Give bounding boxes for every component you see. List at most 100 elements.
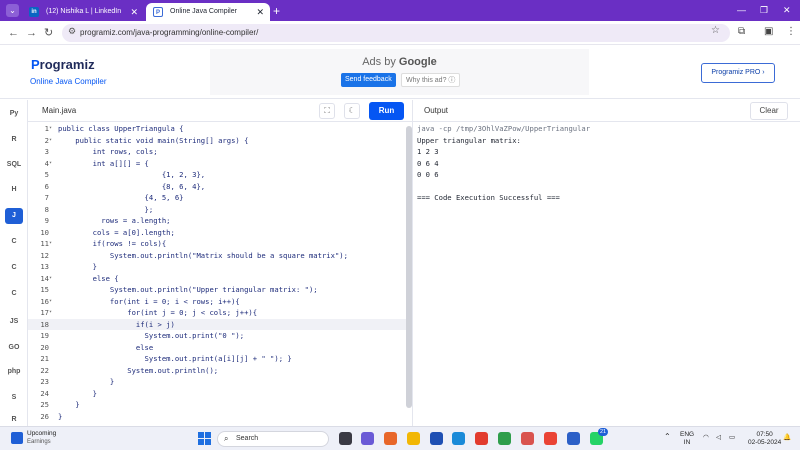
- task-view-icon[interactable]: [339, 432, 352, 445]
- chat-icon[interactable]: [361, 432, 374, 445]
- code-line[interactable]: 2 ▾ public static void main(String[] args…: [28, 135, 406, 147]
- bookmark-star-icon[interactable]: ☆: [711, 25, 720, 36]
- code-text: rows = a.length;: [58, 216, 171, 225]
- code-line[interactable]: 9 rows = a.length;: [28, 215, 406, 227]
- fold-icon[interactable]: ▾: [49, 135, 55, 147]
- site-info-icon[interactable]: ⚙: [68, 26, 76, 37]
- file-tab-main-java[interactable]: Main.java: [42, 106, 76, 115]
- store-icon[interactable]: [430, 432, 443, 445]
- forward-icon[interactable]: →: [26, 26, 37, 40]
- code-text: };: [58, 204, 154, 214]
- code-line[interactable]: 14 ▾ else {: [28, 273, 406, 285]
- extensions-icon[interactable]: ⧉: [738, 25, 745, 39]
- tab-linkedin[interactable]: in (12) Nishika L | LinkedIn ✕: [22, 3, 144, 21]
- file-explorer-icon[interactable]: [407, 432, 420, 445]
- fold-icon[interactable]: ▾: [49, 307, 55, 319]
- office-icon[interactable]: [475, 432, 488, 445]
- volume-icon[interactable]: ◁: [716, 434, 721, 442]
- language-indicator[interactable]: ENG IN: [680, 431, 694, 447]
- chrome-icon[interactable]: [544, 432, 557, 445]
- new-tab-button[interactable]: +: [273, 3, 280, 19]
- reload-icon[interactable]: ↻: [44, 26, 53, 40]
- programiz-pro-button[interactable]: Programiz PRO ›: [701, 63, 775, 83]
- widget-title[interactable]: Upcoming: [27, 430, 56, 437]
- close-icon[interactable]: ✕: [130, 3, 138, 21]
- firefox-icon[interactable]: [384, 432, 397, 445]
- code-line[interactable]: 20 else: [28, 342, 406, 354]
- code-line[interactable]: 26}: [28, 411, 406, 423]
- code-line[interactable]: 21 System.out.print(a[i][j] + " "); }: [28, 353, 406, 365]
- menu-dots-icon[interactable]: ⋮: [786, 25, 796, 39]
- fold-icon[interactable]: ▾: [49, 158, 55, 170]
- clear-button[interactable]: Clear: [750, 102, 788, 120]
- dark-mode-icon[interactable]: ☾: [344, 103, 360, 119]
- code-line[interactable]: 6 {8, 6, 4},: [28, 181, 406, 193]
- code-line[interactable]: 12 System.out.println("Matrix should be …: [28, 250, 406, 262]
- edge-icon[interactable]: [452, 432, 465, 445]
- code-line[interactable]: 17 ▾ for(int j = 0; j < cols; j++){: [28, 307, 406, 319]
- code-line[interactable]: 16 ▾ for(int i = 0; i < rows; i++){: [28, 296, 406, 308]
- code-line[interactable]: 22 System.out.println();: [28, 365, 406, 377]
- c-icon[interactable]: C: [5, 234, 23, 250]
- cpp-icon[interactable]: C: [5, 260, 23, 276]
- close-icon[interactable]: ✕: [256, 3, 264, 21]
- notepad-icon[interactable]: [567, 432, 580, 445]
- profile-icon[interactable]: ▣: [764, 25, 773, 39]
- fold-icon[interactable]: ▾: [49, 238, 55, 250]
- javascript-icon[interactable]: JS: [5, 314, 23, 330]
- app-icon[interactable]: [521, 432, 534, 445]
- why-this-ad-button[interactable]: Why this ad? ⓘ: [401, 73, 461, 87]
- fullscreen-icon[interactable]: ⛶: [319, 103, 335, 119]
- code-line[interactable]: 24 }: [28, 388, 406, 400]
- wifi-icon[interactable]: ◠: [703, 434, 709, 442]
- code-line[interactable]: 13 }: [28, 261, 406, 273]
- code-line[interactable]: 18 if(i > j): [28, 318, 406, 330]
- minimize-icon[interactable]: —: [737, 3, 746, 17]
- fold-icon[interactable]: ▾: [49, 296, 55, 308]
- tab-search-icon[interactable]: ⌄: [6, 4, 19, 17]
- start-icon[interactable]: [198, 432, 211, 445]
- battery-icon[interactable]: ▭: [729, 434, 735, 442]
- code-line[interactable]: 19 System.out.print("0 ");: [28, 330, 406, 342]
- restore-icon[interactable]: ❐: [760, 3, 768, 17]
- code-line[interactable]: 15 System.out.println("Upper triangular …: [28, 284, 406, 296]
- code-line[interactable]: 23 }: [28, 376, 406, 388]
- code-line[interactable]: 7 {4, 5, 6}: [28, 192, 406, 204]
- close-window-icon[interactable]: ✕: [783, 3, 791, 17]
- code-line[interactable]: 10 cols = a[0].length;: [28, 227, 406, 239]
- code-line[interactable]: 5 {1, 2, 3},: [28, 169, 406, 181]
- programiz-logo[interactable]: Programiz: [31, 57, 95, 72]
- swift-icon[interactable]: S: [5, 390, 23, 406]
- clock[interactable]: 07:50 02-05-2024: [748, 431, 781, 447]
- line-number: 23: [40, 377, 49, 386]
- notifications-bell-icon[interactable]: 🔔: [783, 434, 791, 442]
- code-line[interactable]: 8 };: [28, 204, 406, 216]
- send-feedback-button[interactable]: Send feedback: [341, 73, 396, 87]
- code-editor[interactable]: 1 ▾ public class UpperTriangula {2 ▾ public…: [28, 122, 406, 425]
- fold-icon[interactable]: ▾: [49, 273, 55, 285]
- app-icon[interactable]: [498, 432, 511, 445]
- url-field[interactable]: ⚙ programiz.com/java-programming/online-…: [62, 24, 730, 42]
- code-line[interactable]: 3 int rows, cols;: [28, 146, 406, 158]
- php-icon[interactable]: php: [5, 364, 23, 380]
- chevron-up-icon[interactable]: ⌃: [664, 433, 671, 441]
- r-icon[interactable]: R: [5, 132, 23, 148]
- python-icon[interactable]: Py: [5, 106, 23, 122]
- widgets-icon[interactable]: [11, 432, 23, 444]
- sql-icon[interactable]: SQL: [5, 157, 23, 173]
- go-icon[interactable]: GO: [5, 340, 23, 356]
- code-line[interactable]: 1 ▾ public class UpperTriangula {: [28, 123, 406, 135]
- code-line[interactable]: 25 }: [28, 399, 406, 411]
- tab-online-java-compiler[interactable]: P Online Java Compiler ✕: [146, 3, 270, 21]
- code-line[interactable]: 4 ▾ int a[][] = {: [28, 158, 406, 170]
- run-button[interactable]: Run: [369, 102, 404, 120]
- java-icon[interactable]: J: [5, 208, 23, 224]
- output-title: Output: [424, 106, 449, 115]
- csharp-icon[interactable]: C: [5, 286, 23, 302]
- back-icon[interactable]: ←: [8, 26, 19, 40]
- taskbar-search[interactable]: ⌕ Search: [217, 431, 329, 447]
- code-text: }: [58, 411, 63, 421]
- code-line[interactable]: 11 ▾ if(rows != cols){: [28, 238, 406, 250]
- html-icon[interactable]: H: [5, 182, 23, 198]
- fold-icon[interactable]: ▾: [49, 123, 55, 135]
